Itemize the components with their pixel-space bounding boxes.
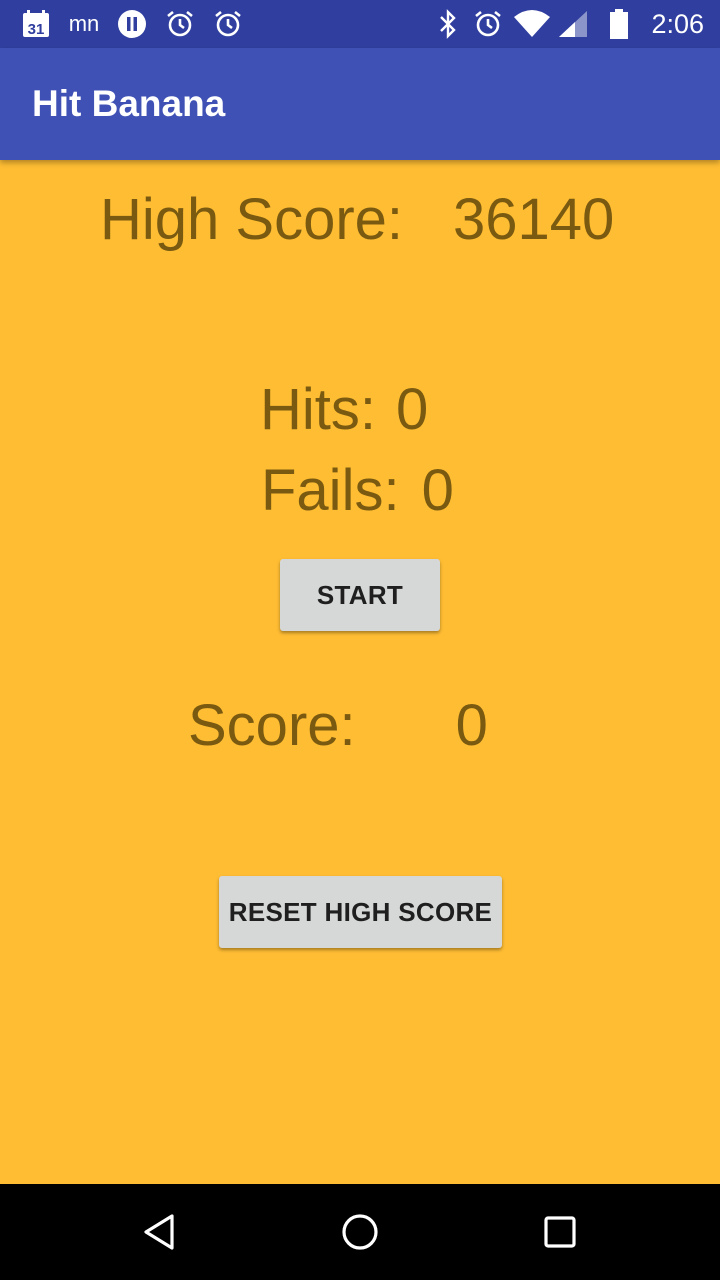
home-icon[interactable] <box>336 1208 384 1256</box>
fails-label: Fails: <box>261 458 400 523</box>
fails-value: 0 <box>421 458 454 523</box>
start-button[interactable]: START <box>280 559 440 631</box>
score-value: 0 <box>455 693 488 758</box>
wifi-icon <box>512 8 552 40</box>
recents-icon[interactable] <box>536 1208 584 1256</box>
alarm-icon <box>472 8 504 40</box>
fails-row: Fails: 0 <box>261 457 454 524</box>
hits-label: Hits: <box>260 377 376 442</box>
status-bar: 31 mn 2:06 <box>0 0 720 48</box>
alarm-icon <box>212 8 244 40</box>
reset-high-score-button[interactable]: RESET HIGH SCORE <box>219 876 502 948</box>
high-score-row: High Score: 36140 <box>100 186 614 253</box>
high-score-value: 36140 <box>453 187 615 252</box>
back-icon[interactable] <box>136 1208 184 1256</box>
bluetooth-icon <box>434 8 462 40</box>
hits-value: 0 <box>396 377 429 442</box>
app-title: Hit Banana <box>32 83 226 124</box>
battery-icon <box>606 8 632 40</box>
high-score-label: High Score: <box>100 187 404 252</box>
svg-text:31: 31 <box>28 21 45 38</box>
app-bar: Hit Banana <box>0 48 720 160</box>
calendar-icon: 31 <box>20 8 52 40</box>
signal-icon <box>556 8 590 40</box>
pause-icon <box>116 8 148 40</box>
score-row: Score: 0 <box>188 692 488 759</box>
score-label: Score: <box>188 693 356 758</box>
mn-icon: mn <box>68 11 100 36</box>
navigation-bar <box>0 1184 720 1280</box>
status-time: 2:06 <box>651 9 704 39</box>
alarm-icon <box>164 8 196 40</box>
hits-row: Hits: 0 <box>260 376 428 443</box>
